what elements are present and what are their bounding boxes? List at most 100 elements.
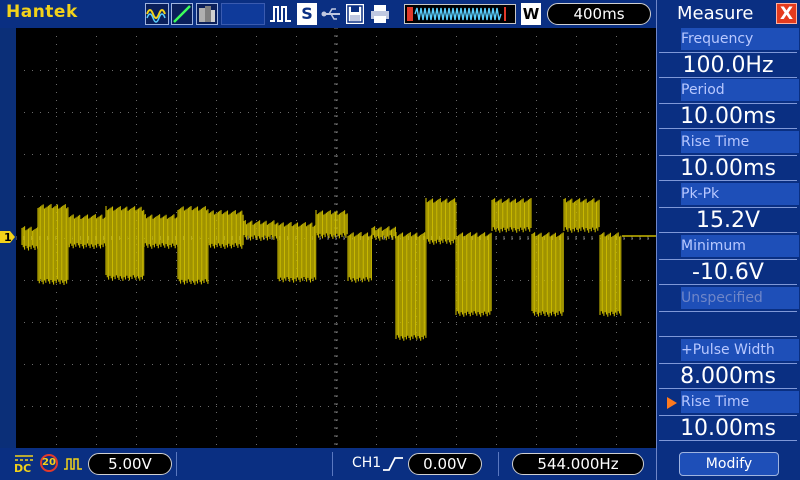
grid-dot [176,76,177,77]
grid-dot [376,404,377,405]
volts-per-div-display[interactable]: 5.00V [88,453,172,475]
grid-dot [136,188,137,189]
grid-dot [648,406,649,407]
single-mode-icon[interactable]: S [297,3,317,25]
grid-dot [232,322,233,323]
grid-dot [296,404,297,405]
grid-dot [56,172,57,173]
grid-dot [192,154,193,155]
grid-dot [312,70,313,71]
pulse-icon[interactable] [269,3,293,25]
measure-label-period[interactable]: Period [681,79,799,101]
grid-dot [224,70,225,71]
grid-dot [176,116,177,117]
grid-dot [296,70,297,71]
grid-dot [240,112,241,113]
grid-dot [176,92,177,93]
grid-dot [256,108,257,109]
measure-label-rise-time[interactable]: Rise Time [681,131,799,153]
grid-dot [616,404,617,405]
grid-dot [352,322,353,323]
grid-dot [632,280,633,281]
grid-dot [56,364,57,365]
measure-label-pk-pk[interactable]: Pk-Pk [681,183,799,205]
grid-dot [504,154,505,155]
grid-dot [648,364,649,365]
grid-dot [616,324,617,325]
measure-value-period: 10.00ms [659,103,797,129]
grid-dot [376,406,377,407]
measure-label-frequency[interactable]: Frequency [681,28,799,50]
measure-label-unspecified[interactable]: Unspecified [681,287,799,309]
grid-dot [536,322,537,323]
measure-label-minimum[interactable]: Minimum [681,235,799,257]
persistence-icon[interactable] [196,3,218,25]
coupling-indicator[interactable]: DC [14,454,34,474]
grid-dot [128,154,129,155]
grid-dot [576,180,577,181]
grid-dot [256,196,257,197]
grid-dot [56,148,57,149]
grid-dot [136,68,137,69]
grid-dot [624,112,625,113]
grid-dot [160,112,161,113]
grid-dot [480,322,481,323]
grid-dot [456,412,457,413]
grid-dot [608,406,609,407]
bandwidth-limit-badge[interactable]: 20 [40,454,58,472]
trigger-rising-edge-icon[interactable] [381,456,405,472]
grid-dot [512,280,513,281]
grid-dot [384,196,385,197]
waveform-plot[interactable] [15,27,656,448]
grid-dot [304,280,305,281]
grid-dot [640,280,641,281]
grid-dot [456,70,457,71]
grid-dot [96,300,97,301]
measure-label-rise-time-2[interactable]: Rise Time [681,391,799,413]
grid-dot [440,406,441,407]
grid-dot [88,280,89,281]
grid-dot [616,412,617,413]
grid-dot [136,404,137,405]
grid-dot [56,332,57,333]
grid-dot [176,356,177,357]
grid-dot [464,406,465,407]
grid-dot [216,436,217,437]
trigger-source-label[interactable]: CH1 [352,455,381,471]
grid-dot [216,252,217,253]
grid-dot [256,180,257,181]
waveform-icon[interactable] [145,3,169,25]
grid-dot [376,356,377,357]
trigger-level-display[interactable]: 0.00V [408,453,482,475]
close-button[interactable]: X [776,3,797,24]
grid-dot [440,280,441,281]
grid-dot [200,322,201,323]
measure-label-pulse-width[interactable]: +Pulse Width [681,339,799,361]
grid-dot [208,112,209,113]
grid-dot [472,154,473,155]
grid-dot [216,164,217,165]
grid-dot [256,92,257,93]
grid-dot [256,324,257,325]
grid-dot [544,196,545,197]
divider [176,452,177,476]
timebase-display[interactable]: 400ms [547,3,651,25]
measure-value-rise-time: 10.00ms [659,155,797,181]
grid-dot [576,396,577,397]
channel-marker-icon[interactable]: 1 [0,229,16,245]
grid-dot [32,196,33,197]
grid-dot [136,324,137,325]
printer-icon[interactable] [369,3,391,25]
grid-dot [176,148,177,149]
grid-dot [96,156,97,157]
grid-dot [416,124,417,125]
slope-icon[interactable] [171,3,193,25]
grid-dot [496,436,497,437]
window-mode-icon[interactable]: W [521,3,541,25]
grid-dot [264,154,265,155]
grid-dot [96,140,97,141]
grid-dot [456,154,457,155]
save-icon[interactable] [345,3,365,25]
grid-dot [152,196,153,197]
modify-button[interactable]: Modify [679,452,779,476]
